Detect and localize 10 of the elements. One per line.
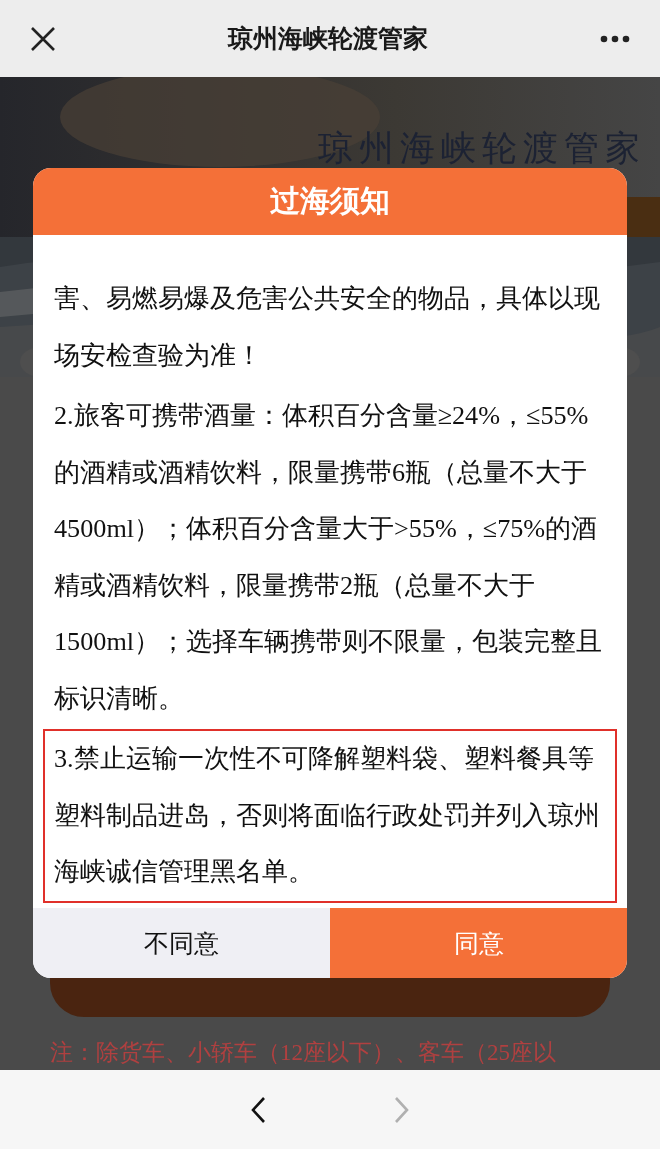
notice-paragraph: 3.禁止运输一次性不可降解塑料袋、塑料餐具等塑料制品进岛，否则将面临行政处罚并列入琼州海峡诚信管理黑名单。 bbox=[43, 729, 617, 903]
disagree-button[interactable]: 不同意 bbox=[33, 908, 330, 978]
close-icon[interactable] bbox=[30, 25, 56, 52]
notice-paragraph: 2.旅客可携带酒量：体积百分含量≥24%，≤55%的酒精或酒精饮料，限量携带6瓶（总量不大于4500ml）；体积百分含量大于>55%，≤75%的酒精或酒精饮料，限量携带2瓶（总量不大于1500ml）；选择车辆携带则不限量，包装完整且标识清晰。 bbox=[53, 400, 604, 715]
dialog-title: 过海须知 bbox=[33, 168, 627, 235]
page-title: 琼州海峡轮渡管家 bbox=[228, 23, 428, 55]
notice-paragraph: 害、易燃易爆及危害公共安全的物品，具体以现场安检查验为准！ bbox=[53, 283, 601, 372]
more-icon[interactable] bbox=[600, 34, 630, 43]
note-text: 注：除货车、小轿车（12座以下）、客车（25座以 bbox=[50, 1039, 557, 1067]
back-icon[interactable] bbox=[250, 1095, 266, 1124]
